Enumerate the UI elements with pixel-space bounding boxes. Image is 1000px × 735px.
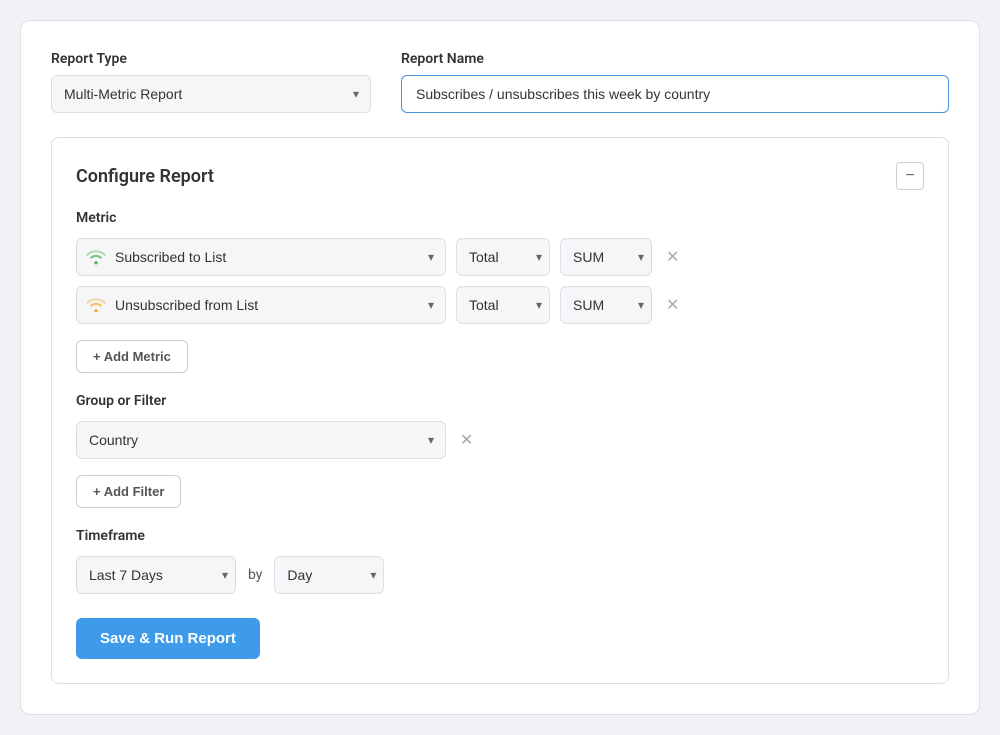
timeframe-row: Last 7 Days Last 14 Days Last 30 Days Th… <box>76 556 924 594</box>
remove-filter-1-button[interactable]: ✕ <box>456 426 477 454</box>
filter-section-label: Group or Filter <box>76 393 924 409</box>
aggregation-1-select[interactable]: Total Unique Average <box>456 238 550 276</box>
timeframe-section-label: Timeframe <box>76 528 924 544</box>
metric-1-select[interactable]: Subscribed to List Unsubscribed from Lis… <box>76 238 446 276</box>
filter-1-select[interactable]: Country City Tag Segment <box>76 421 446 459</box>
metric-row-1: Subscribed to List Unsubscribed from Lis… <box>76 238 924 276</box>
timeframe-section: Timeframe Last 7 Days Last 14 Days Last … <box>76 528 924 594</box>
save-run-button[interactable]: Save & Run Report <box>76 618 260 659</box>
aggregation-2-select[interactable]: Total Unique Average <box>456 286 550 324</box>
metric-1-select-wrapper: Subscribed to List Unsubscribed from Lis… <box>76 238 446 276</box>
timeframe-granularity-select[interactable]: Day Week Month <box>274 556 384 594</box>
report-type-label: Report Type <box>51 51 371 67</box>
aggregation-2-wrapper: Total Unique Average ▾ <box>456 286 550 324</box>
main-card: Report Type Multi-Metric Report Single M… <box>20 20 980 715</box>
metric-2-select[interactable]: Subscribed to List Unsubscribed from Lis… <box>76 286 446 324</box>
filter-1-select-wrapper: Country City Tag Segment ▾ <box>76 421 446 459</box>
add-metric-button[interactable]: + Add Metric <box>76 340 188 373</box>
add-filter-button[interactable]: + Add Filter <box>76 475 181 508</box>
timeframe-period-select[interactable]: Last 7 Days Last 14 Days Last 30 Days Th… <box>76 556 236 594</box>
configure-header: Configure Report − <box>76 162 924 190</box>
remove-metric-1-button[interactable]: ✕ <box>662 243 683 271</box>
metric-section: Metric Subscribed to List Unsubscribed f… <box>76 210 924 373</box>
operation-2-select[interactable]: SUM AVG COUNT <box>560 286 652 324</box>
metric-section-label: Metric <box>76 210 924 226</box>
remove-metric-2-button[interactable]: ✕ <box>662 291 683 319</box>
report-type-group: Report Type Multi-Metric Report Single M… <box>51 51 371 113</box>
operation-1-wrapper: SUM AVG COUNT ▾ <box>560 238 652 276</box>
metric-2-select-wrapper: Subscribed to List Unsubscribed from Lis… <box>76 286 446 324</box>
top-row: Report Type Multi-Metric Report Single M… <box>51 51 949 113</box>
configure-title: Configure Report <box>76 166 214 187</box>
timeframe-granularity-wrapper: Day Week Month ▾ <box>274 556 384 594</box>
timeframe-period-wrapper: Last 7 Days Last 14 Days Last 30 Days Th… <box>76 556 236 594</box>
configure-card: Configure Report − Metric Subscr <box>51 137 949 684</box>
operation-2-wrapper: SUM AVG COUNT ▾ <box>560 286 652 324</box>
collapse-button[interactable]: − <box>896 162 924 190</box>
metric-row-2: Subscribed to List Unsubscribed from Lis… <box>76 286 924 324</box>
report-name-label: Report Name <box>401 51 949 67</box>
filter-row-1: Country City Tag Segment ▾ ✕ <box>76 421 924 459</box>
report-name-input[interactable] <box>401 75 949 113</box>
operation-1-select[interactable]: SUM AVG COUNT <box>560 238 652 276</box>
report-type-select[interactable]: Multi-Metric Report Single Metric Report <box>51 75 371 113</box>
report-type-select-wrapper: Multi-Metric Report Single Metric Report… <box>51 75 371 113</box>
report-name-group: Report Name <box>401 51 949 113</box>
by-label: by <box>248 567 262 583</box>
filter-section: Group or Filter Country City Tag Segment… <box>76 393 924 508</box>
aggregation-1-wrapper: Total Unique Average ▾ <box>456 238 550 276</box>
